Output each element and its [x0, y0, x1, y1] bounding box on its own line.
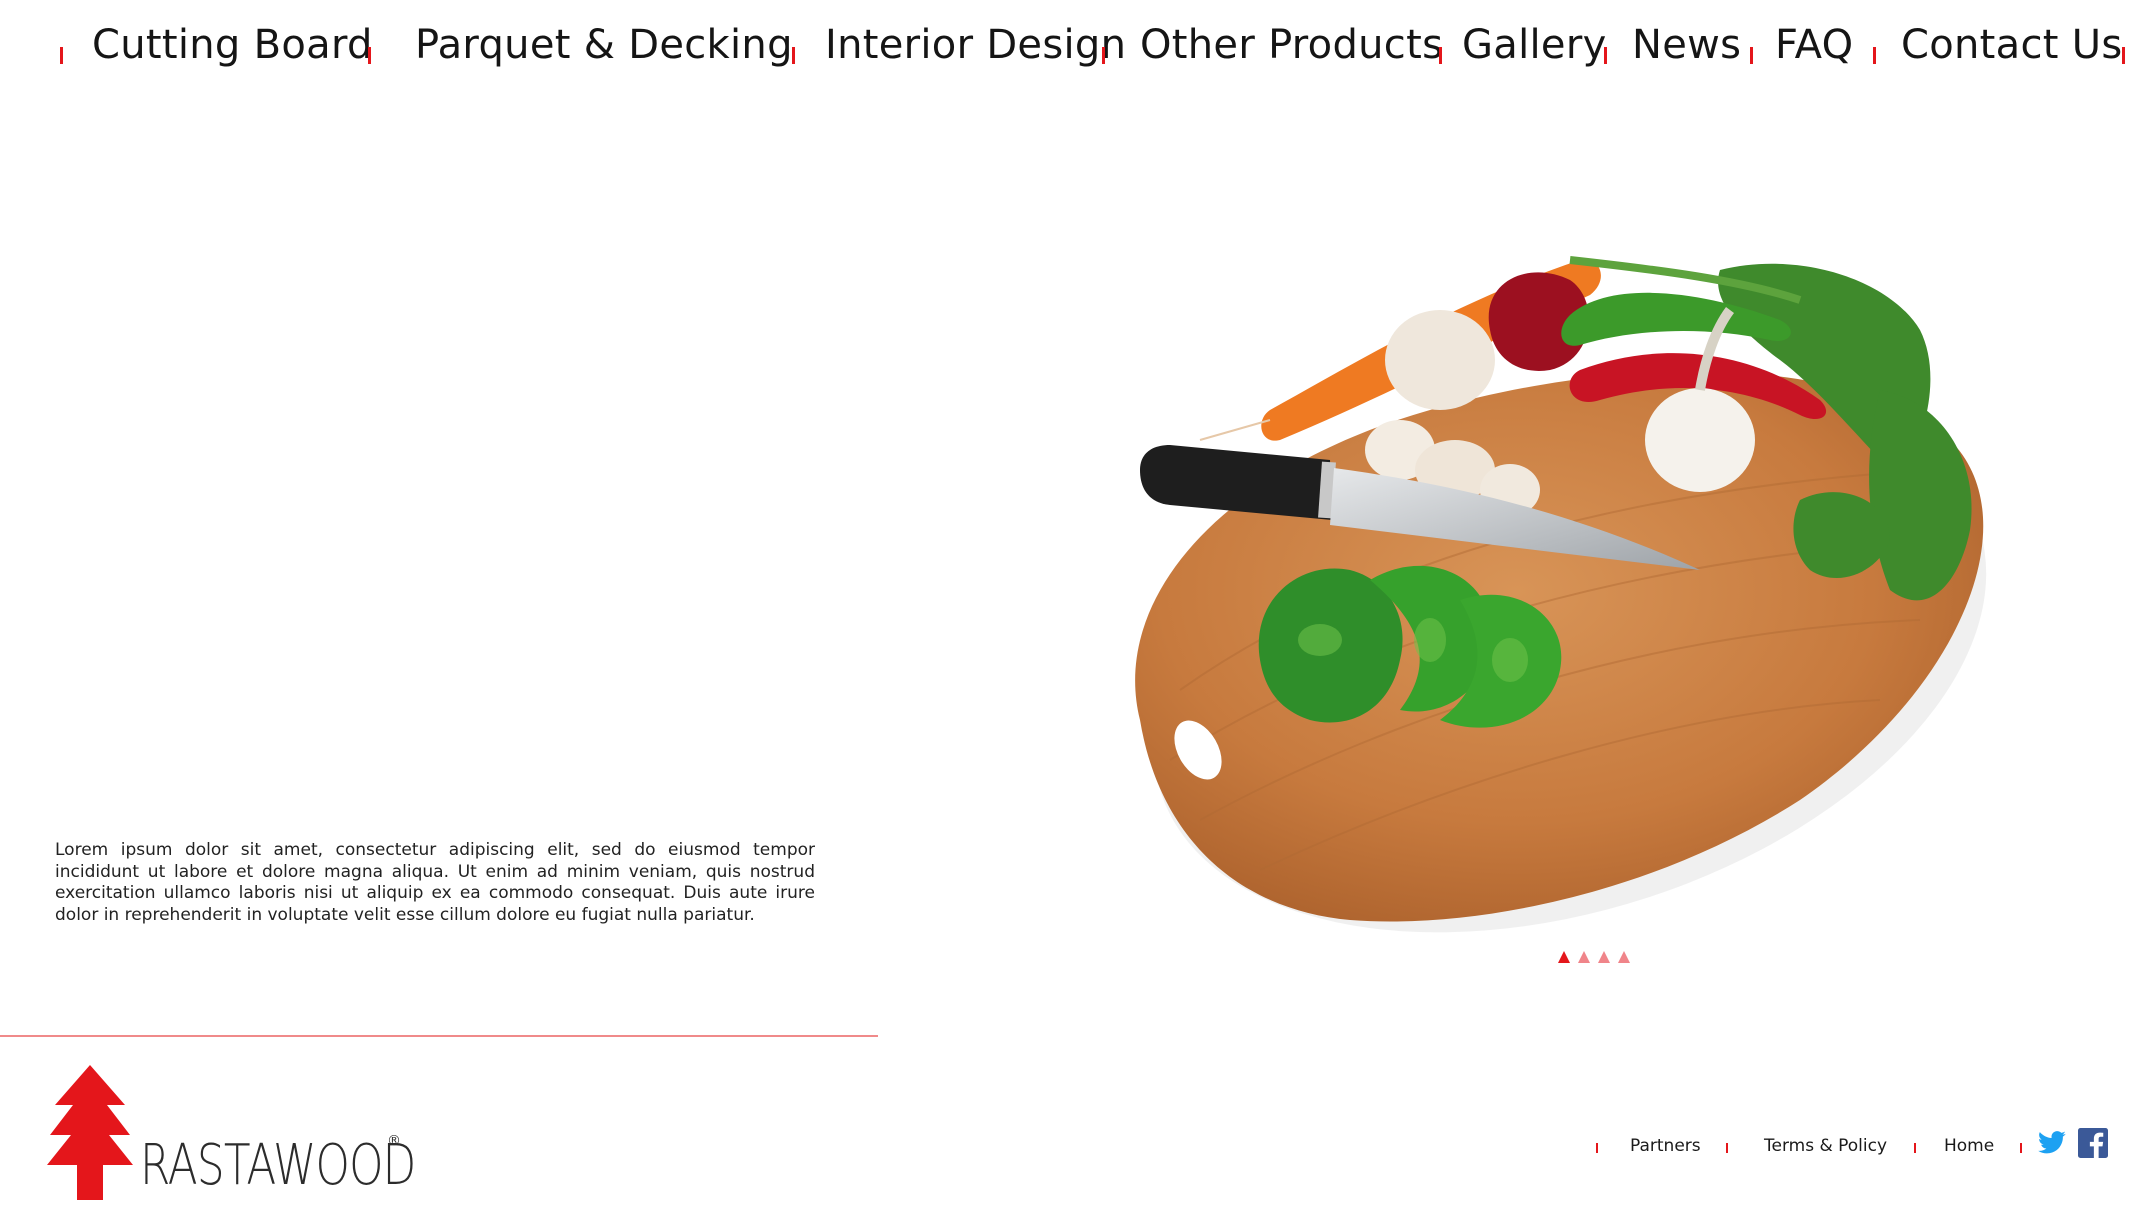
registered-mark: ® — [387, 1133, 401, 1149]
nav-item-contact-us[interactable]: Contact Us — [1901, 22, 2122, 68]
footer-link-partners[interactable]: Partners — [1630, 1136, 1701, 1156]
nav-item-interior-design[interactable]: Interior Design — [825, 22, 1126, 68]
brand-wordmark: RASTAWOOD — [140, 1133, 416, 1198]
nav-separator — [60, 47, 63, 64]
twitter-icon[interactable] — [2037, 1128, 2067, 1158]
nav-separator — [1604, 47, 1607, 64]
carousel-dot-1[interactable] — [1558, 951, 1570, 963]
nav-item-faq[interactable]: FAQ — [1775, 22, 1853, 68]
nav-item-news[interactable]: News — [1632, 22, 1741, 68]
nav-separator — [792, 47, 795, 64]
footer-link-terms-policy[interactable]: Terms & Policy — [1764, 1136, 1887, 1156]
nav-separator — [1102, 47, 1105, 64]
nav-separator — [2122, 47, 2125, 64]
carousel-dot-3[interactable] — [1598, 951, 1610, 963]
hero-cutting-board-image — [1135, 256, 1987, 933]
footer-separator — [1726, 1143, 1728, 1153]
footer-separator — [1596, 1143, 1598, 1153]
nav-item-other-products[interactable]: Other Products — [1140, 22, 1443, 68]
intro-paragraph: Lorem ipsum dolor sit amet, consectetur … — [55, 840, 815, 925]
nav-item-cutting-board[interactable]: Cutting Board — [92, 22, 373, 68]
tree-icon — [47, 1065, 133, 1200]
nav-separator — [1873, 47, 1876, 64]
footer-separator — [2020, 1143, 2022, 1153]
footer-separator — [1914, 1143, 1916, 1153]
nav-separator — [368, 47, 371, 64]
section-divider — [0, 1035, 878, 1037]
nav-item-gallery[interactable]: Gallery — [1462, 22, 1607, 68]
nav-separator — [1439, 47, 1442, 64]
carousel-dot-4[interactable] — [1618, 951, 1630, 963]
nav-item-parquet-decking[interactable]: Parquet & Decking — [415, 22, 793, 68]
footer-link-home[interactable]: Home — [1944, 1136, 1994, 1156]
carousel-dot-2[interactable] — [1578, 951, 1590, 963]
top-navigation: Cutting Board Parquet & Decking Interior… — [0, 0, 2155, 110]
facebook-icon[interactable] — [2078, 1128, 2108, 1158]
nav-separator — [1750, 47, 1753, 64]
